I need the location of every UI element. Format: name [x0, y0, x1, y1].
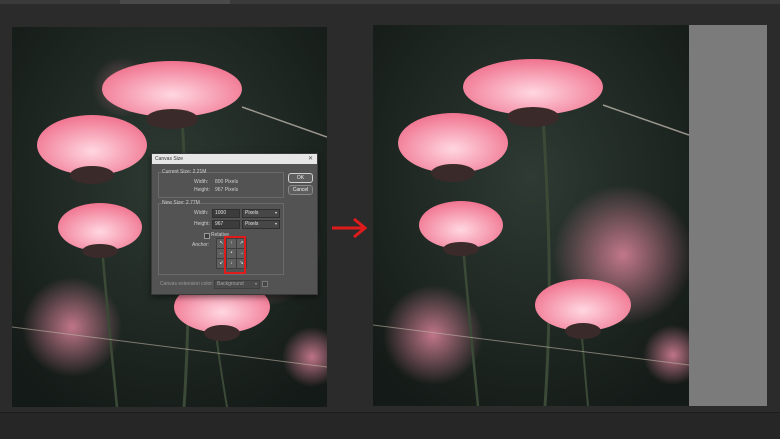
- width-unit-select[interactable]: Pixels ▾: [242, 209, 280, 218]
- arrow-right-icon: [332, 217, 368, 239]
- chevron-down-icon: ▾: [274, 210, 277, 215]
- current-size-label: Current Size: 2.21M: [162, 169, 207, 175]
- close-icon[interactable]: ✕: [308, 155, 313, 162]
- dialog-title: Canvas Size: [155, 156, 184, 162]
- relative-checkbox[interactable]: [204, 233, 210, 239]
- canvas-extension-area: [689, 25, 767, 406]
- current-width-value: 800 Pixels: [215, 179, 239, 185]
- width-input[interactable]: 1000: [212, 209, 240, 218]
- ok-button[interactable]: OK: [288, 173, 313, 183]
- new-size-label: New Size: 2.77M: [162, 200, 200, 206]
- extension-color-select[interactable]: Background ▾: [214, 280, 260, 289]
- extension-color-label: Canvas extension color:: [160, 281, 214, 287]
- height-input[interactable]: 967: [212, 220, 240, 229]
- bottom-bar: [0, 412, 780, 439]
- extension-color-swatch[interactable]: [262, 281, 268, 287]
- current-size-group: [158, 172, 284, 198]
- current-height-value: 967 Pixels: [215, 187, 239, 193]
- height-input-value: 967: [215, 221, 224, 227]
- dialog-title-bar[interactable]: Canvas Size ✕: [152, 154, 317, 164]
- top-bar: [0, 0, 780, 4]
- top-bar-segment: [120, 0, 230, 4]
- width-input-value: 1000: [215, 210, 227, 216]
- current-height-label: Height:: [194, 187, 210, 193]
- height-unit-select[interactable]: Pixels ▾: [242, 220, 280, 229]
- new-width-label: Width:: [194, 210, 209, 216]
- extension-color-value: Background: [217, 281, 244, 287]
- cancel-button[interactable]: Cancel: [288, 185, 313, 195]
- chevron-down-icon: ▾: [274, 221, 277, 226]
- current-width-label: Width:: [194, 179, 209, 185]
- resized-canvas-image: [373, 25, 689, 406]
- height-unit-value: Pixels: [245, 221, 259, 227]
- anchor-highlight-box: [224, 236, 246, 274]
- anchor-label: Anchor:: [192, 242, 210, 248]
- new-height-label: Height:: [194, 221, 210, 227]
- chevron-down-icon: ▾: [254, 281, 257, 286]
- width-unit-value: Pixels: [245, 210, 259, 216]
